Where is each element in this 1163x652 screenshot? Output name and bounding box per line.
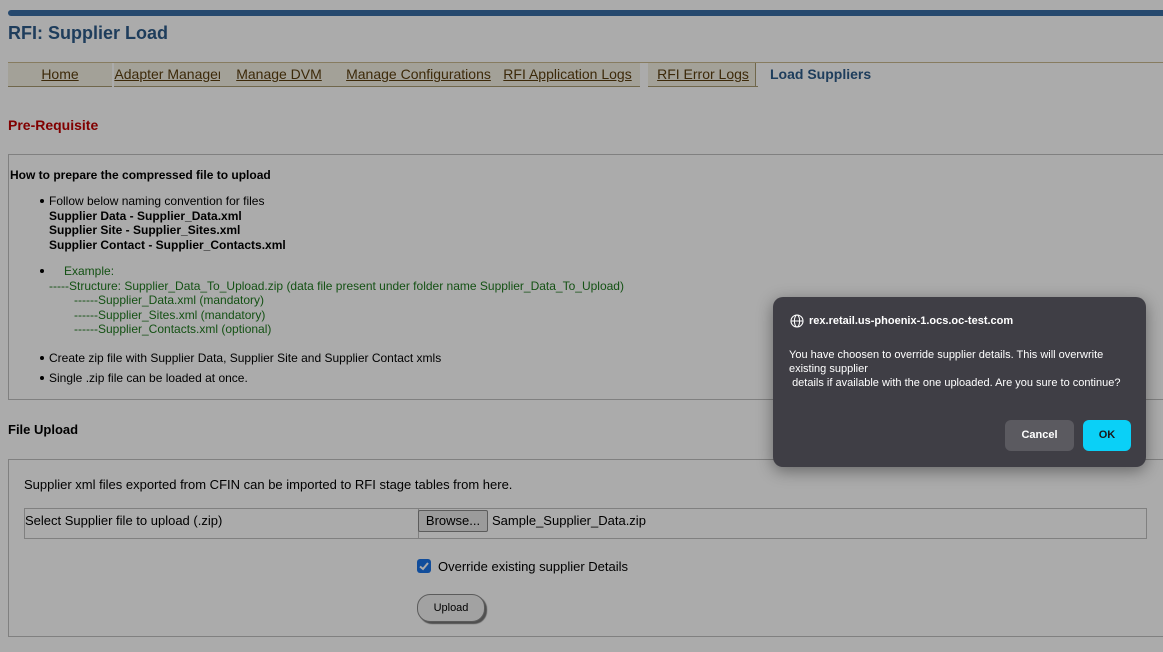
globe-icon bbox=[790, 314, 804, 328]
dialog-host: rex.retail.us-phoenix-1.ocs.oc-test.com bbox=[809, 315, 1014, 327]
dialog-message: You have choosen to override supplier de… bbox=[789, 349, 1121, 389]
confirm-dialog: rex.retail.us-phoenix-1.ocs.oc-test.com … bbox=[773, 297, 1146, 467]
cancel-button[interactable]: Cancel bbox=[1005, 420, 1074, 451]
ok-button[interactable]: OK bbox=[1083, 420, 1131, 451]
